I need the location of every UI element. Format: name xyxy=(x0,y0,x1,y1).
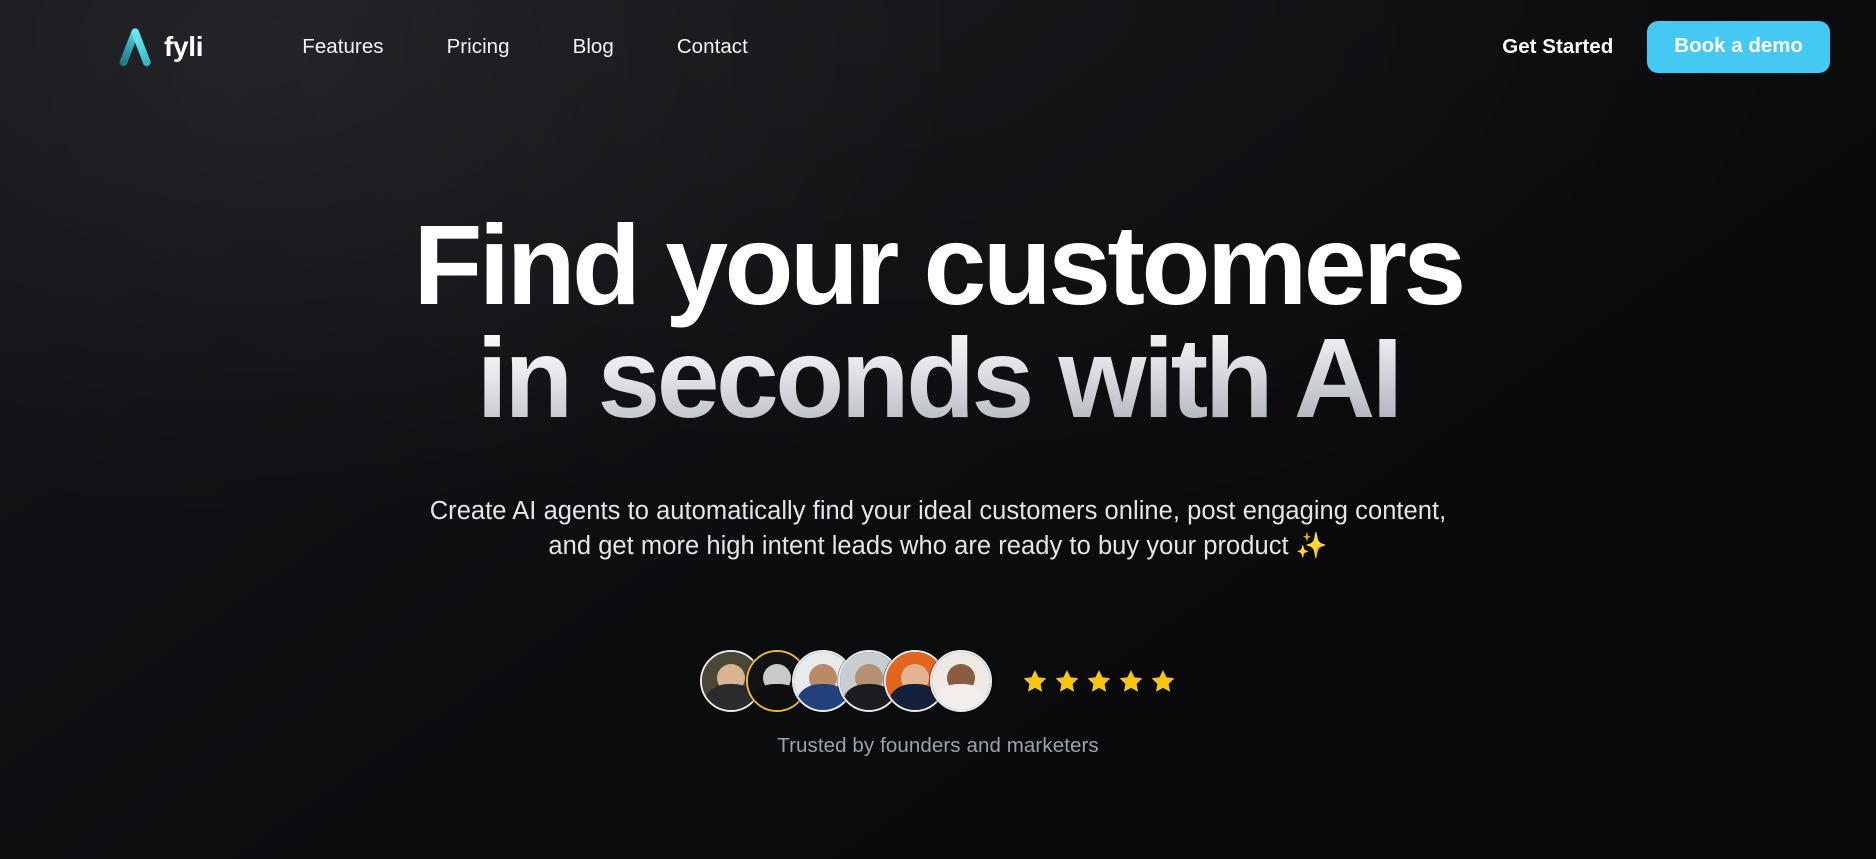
star-icon xyxy=(1151,670,1175,693)
nav-link-blog[interactable]: Blog xyxy=(573,35,614,59)
brand-logo-link[interactable]: fyli xyxy=(118,27,204,67)
star-icon xyxy=(1023,670,1047,693)
star-icon xyxy=(1055,670,1079,693)
nav-link-pricing[interactable]: Pricing xyxy=(447,35,510,59)
trusted-by-label: Trusted by founders and marketers xyxy=(777,734,1099,758)
nav-links: Features Pricing Blog Contact xyxy=(302,35,748,59)
rating-stars xyxy=(1022,668,1176,694)
book-a-demo-button[interactable]: Book a demo xyxy=(1647,21,1830,73)
star-icon xyxy=(1119,670,1143,693)
avatar-group xyxy=(700,650,992,713)
headline-line-1: Find your customers xyxy=(413,202,1466,328)
social-proof-row xyxy=(700,650,1176,713)
landing-page: fyli Features Pricing Blog Contact Get S… xyxy=(0,0,1876,859)
star-icon xyxy=(1087,670,1111,693)
get-started-button[interactable]: Get Started xyxy=(1502,35,1613,59)
navbar-actions: Get Started Book a demo xyxy=(1502,21,1830,73)
nav-link-features[interactable]: Features xyxy=(302,35,383,59)
hero-section: Find your customers in seconds with AI C… xyxy=(0,0,1876,859)
page-title: Find your customers in seconds with AI xyxy=(188,209,1688,435)
avatar xyxy=(930,650,992,713)
top-navbar: fyli Features Pricing Blog Contact Get S… xyxy=(0,0,1876,94)
hero-subtitle: Create AI agents to automatically find y… xyxy=(429,497,1447,561)
brand-name: fyli xyxy=(164,31,204,62)
nav-link-contact[interactable]: Contact xyxy=(677,35,748,59)
headline-line-2: in seconds with AI xyxy=(188,322,1688,435)
lambda-chevron-icon xyxy=(119,28,151,67)
